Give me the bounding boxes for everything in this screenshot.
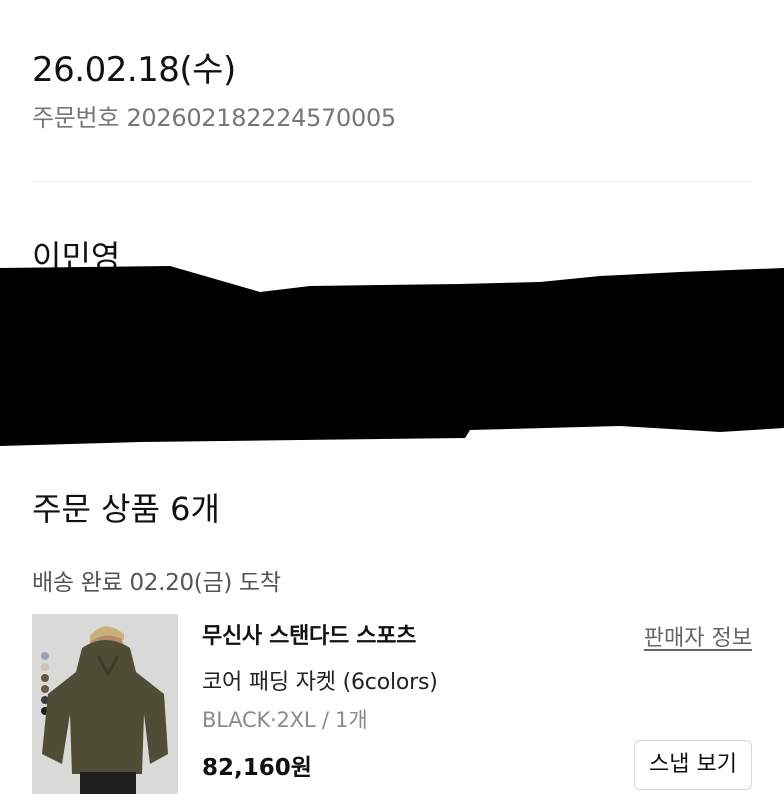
product-image[interactable] [32, 614, 178, 794]
product-brand[interactable]: 무신사 스탠다드 스포츠 [202, 618, 416, 650]
seller-info-link[interactable]: 판매자 정보 [644, 620, 752, 652]
snap-view-button[interactable]: 스냅 보기 [634, 740, 752, 790]
delivery-status: 배송 완료 02.20(금) 도착 [32, 570, 281, 596]
product-price: 82,160원 [202, 755, 312, 781]
product-name[interactable]: 코어 패딩 자켓 (6colors) [202, 664, 438, 696]
order-products-title: 주문 상품 6개 [32, 490, 220, 528]
product-option: BLACK·2XL / 1개 [202, 708, 368, 732]
